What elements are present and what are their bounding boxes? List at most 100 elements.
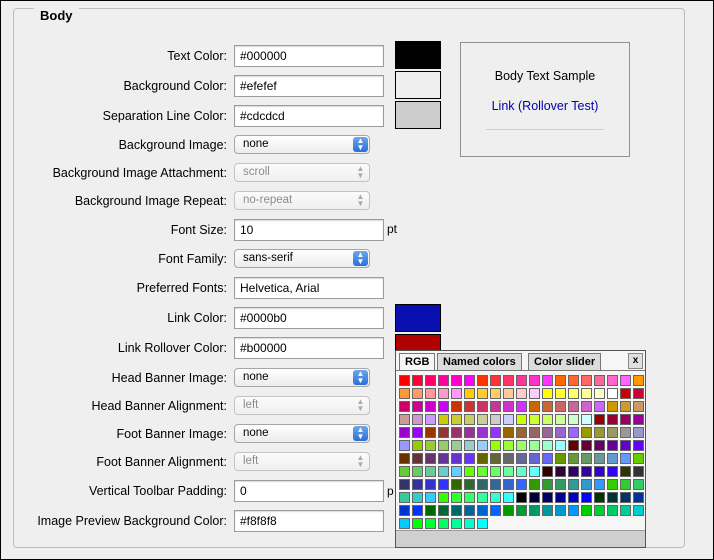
color-swatch[interactable] bbox=[620, 505, 631, 516]
color-swatch[interactable] bbox=[503, 466, 514, 477]
color-swatch[interactable] bbox=[594, 375, 605, 386]
foot-banner-image-select[interactable]: none ▲ ▼ bbox=[234, 424, 370, 443]
color-swatch[interactable] bbox=[542, 453, 553, 464]
color-swatch[interactable] bbox=[542, 492, 553, 503]
color-swatch[interactable] bbox=[464, 466, 475, 477]
color-swatch[interactable] bbox=[581, 375, 592, 386]
color-swatch[interactable] bbox=[464, 518, 475, 529]
tab-rgb[interactable]: RGB bbox=[399, 353, 436, 371]
head-banner-image-select[interactable]: none ▲ ▼ bbox=[234, 368, 370, 387]
color-swatch[interactable] bbox=[633, 388, 644, 399]
color-swatch[interactable] bbox=[516, 492, 527, 503]
color-swatch[interactable] bbox=[633, 401, 644, 412]
color-swatch[interactable] bbox=[607, 505, 618, 516]
color-swatch[interactable] bbox=[490, 505, 501, 516]
color-swatch[interactable] bbox=[425, 453, 436, 464]
color-swatch[interactable] bbox=[620, 401, 631, 412]
tab-color-slider[interactable]: Color slider bbox=[528, 353, 602, 370]
color-swatch[interactable] bbox=[412, 518, 423, 529]
color-swatch[interactable] bbox=[594, 401, 605, 412]
color-swatch[interactable] bbox=[464, 388, 475, 399]
color-swatch[interactable] bbox=[425, 479, 436, 490]
color-swatch[interactable] bbox=[607, 492, 618, 503]
color-swatch[interactable] bbox=[581, 401, 592, 412]
close-icon[interactable]: x bbox=[628, 353, 643, 369]
color-swatch[interactable] bbox=[607, 388, 618, 399]
color-swatch[interactable] bbox=[529, 388, 540, 399]
color-swatch[interactable] bbox=[425, 375, 436, 386]
color-swatch[interactable] bbox=[464, 427, 475, 438]
color-swatch[interactable] bbox=[607, 427, 618, 438]
color-swatch[interactable] bbox=[503, 453, 514, 464]
color-swatch[interactable] bbox=[516, 414, 527, 425]
color-swatch[interactable] bbox=[555, 388, 566, 399]
color-swatch[interactable] bbox=[542, 479, 553, 490]
color-swatch[interactable] bbox=[477, 466, 488, 477]
color-swatch[interactable] bbox=[503, 479, 514, 490]
color-swatch[interactable] bbox=[425, 388, 436, 399]
color-swatch[interactable] bbox=[620, 427, 631, 438]
color-swatch[interactable] bbox=[412, 479, 423, 490]
color-swatch[interactable] bbox=[555, 375, 566, 386]
color-swatch[interactable] bbox=[399, 518, 410, 529]
color-swatch[interactable] bbox=[529, 466, 540, 477]
color-swatch[interactable] bbox=[464, 401, 475, 412]
color-swatch[interactable] bbox=[516, 479, 527, 490]
color-swatch[interactable] bbox=[542, 401, 553, 412]
link-rollover-color-input[interactable] bbox=[234, 337, 384, 359]
color-swatch[interactable] bbox=[503, 388, 514, 399]
separation-line-color-swatch[interactable] bbox=[395, 101, 441, 129]
color-swatch[interactable] bbox=[451, 492, 462, 503]
color-swatch[interactable] bbox=[451, 414, 462, 425]
color-swatch[interactable] bbox=[581, 466, 592, 477]
color-swatch[interactable] bbox=[464, 505, 475, 516]
color-swatch[interactable] bbox=[477, 414, 488, 425]
color-swatch[interactable] bbox=[633, 414, 644, 425]
color-swatch[interactable] bbox=[490, 401, 501, 412]
color-swatch[interactable] bbox=[477, 505, 488, 516]
color-swatch[interactable] bbox=[568, 466, 579, 477]
color-swatch[interactable] bbox=[581, 479, 592, 490]
preferred-fonts-input[interactable] bbox=[234, 277, 384, 299]
color-swatch[interactable] bbox=[451, 375, 462, 386]
color-swatch[interactable] bbox=[620, 466, 631, 477]
color-swatch[interactable] bbox=[477, 440, 488, 451]
text-color-swatch[interactable] bbox=[395, 41, 441, 69]
background-image-select[interactable]: none ▲ ▼ bbox=[234, 135, 370, 154]
color-swatch[interactable] bbox=[568, 453, 579, 464]
color-swatch[interactable] bbox=[568, 388, 579, 399]
color-swatch[interactable] bbox=[620, 492, 631, 503]
color-swatch[interactable] bbox=[399, 440, 410, 451]
color-swatch[interactable] bbox=[607, 466, 618, 477]
color-swatch[interactable] bbox=[555, 427, 566, 438]
color-swatch[interactable] bbox=[620, 440, 631, 451]
color-swatch[interactable] bbox=[568, 492, 579, 503]
color-swatch[interactable] bbox=[568, 375, 579, 386]
color-swatch[interactable] bbox=[490, 492, 501, 503]
color-swatch[interactable] bbox=[542, 466, 553, 477]
color-swatch[interactable] bbox=[503, 505, 514, 516]
color-swatch[interactable] bbox=[633, 505, 644, 516]
color-swatch[interactable] bbox=[529, 440, 540, 451]
separation-line-color-input[interactable] bbox=[234, 105, 384, 127]
color-swatch[interactable] bbox=[412, 401, 423, 412]
color-swatch[interactable] bbox=[477, 479, 488, 490]
text-color-input[interactable] bbox=[234, 45, 384, 67]
background-color-swatch[interactable] bbox=[395, 71, 441, 99]
color-swatch[interactable] bbox=[490, 440, 501, 451]
color-swatch[interactable] bbox=[399, 414, 410, 425]
color-swatch[interactable] bbox=[451, 518, 462, 529]
color-swatch[interactable] bbox=[490, 466, 501, 477]
color-swatch[interactable] bbox=[451, 427, 462, 438]
color-swatch[interactable] bbox=[490, 388, 501, 399]
color-swatch[interactable] bbox=[490, 414, 501, 425]
color-swatch[interactable] bbox=[477, 401, 488, 412]
color-swatch[interactable] bbox=[438, 453, 449, 464]
color-swatch[interactable] bbox=[633, 466, 644, 477]
color-swatch[interactable] bbox=[529, 505, 540, 516]
color-swatch[interactable] bbox=[607, 453, 618, 464]
link-color-swatch[interactable] bbox=[395, 304, 441, 332]
color-swatch[interactable] bbox=[516, 453, 527, 464]
color-swatch[interactable] bbox=[503, 401, 514, 412]
rollover-test-link[interactable]: Link (Rollover Test) bbox=[461, 99, 629, 113]
